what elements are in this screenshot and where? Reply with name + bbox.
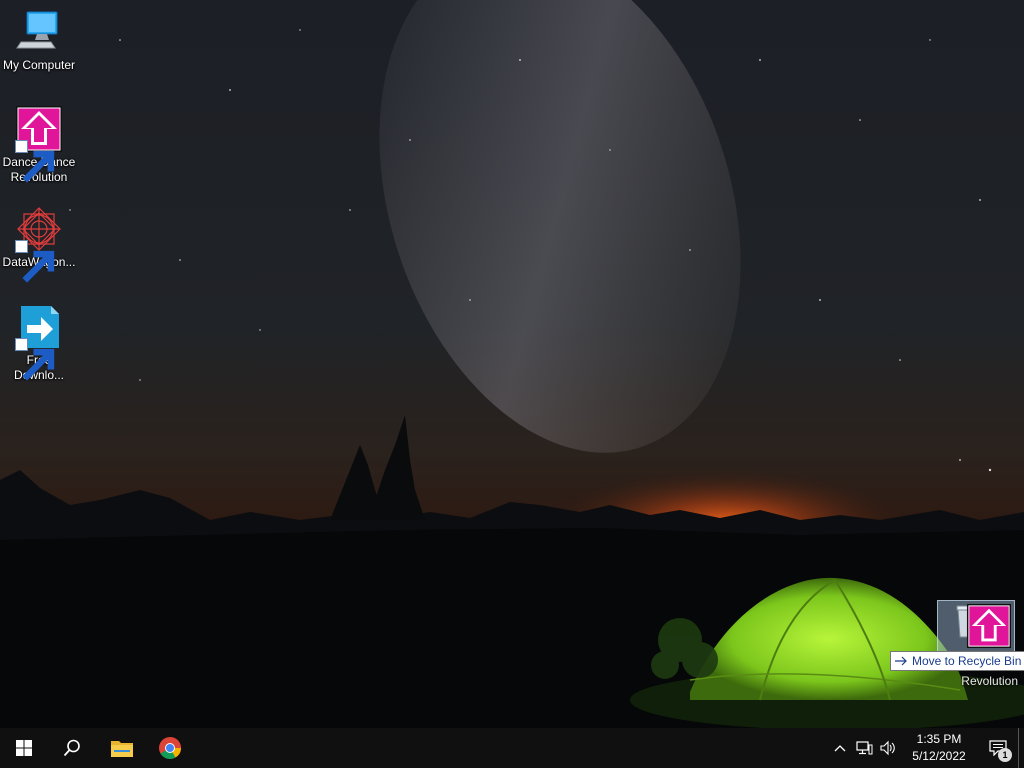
chrome-icon bbox=[159, 737, 181, 759]
drag-ghost-icon bbox=[937, 600, 1015, 654]
drag-tooltip: Move to Recycle Bin bbox=[890, 651, 1024, 671]
shortcut-arrow-icon bbox=[15, 338, 55, 381]
desktop-icon-free-download[interactable]: Free Downlo... bbox=[0, 303, 78, 383]
drag-tooltip-text: Move to Recycle Bin bbox=[912, 654, 1022, 668]
action-center-button[interactable]: 1 bbox=[978, 728, 1018, 768]
desktop-icon-dance-dance-revolution[interactable]: Dance Dance Revolution bbox=[0, 105, 78, 185]
notification-count-badge: 1 bbox=[998, 748, 1012, 762]
windows-logo-icon bbox=[16, 740, 32, 756]
search-icon bbox=[63, 739, 80, 757]
folder-icon bbox=[111, 741, 133, 757]
clock-date: 5/12/2022 bbox=[912, 749, 966, 763]
volume-button[interactable] bbox=[876, 728, 900, 768]
search-button[interactable] bbox=[48, 728, 96, 768]
free-download-icon bbox=[15, 303, 63, 381]
network-icon bbox=[856, 741, 873, 755]
network-button[interactable] bbox=[852, 728, 876, 768]
arrow-right-icon bbox=[895, 656, 907, 666]
desktop-wallpaper bbox=[0, 0, 1024, 728]
drag-ghost-label: Revolution bbox=[961, 674, 1018, 688]
taskbar-file-explorer[interactable] bbox=[98, 728, 146, 768]
taskbar-clock[interactable]: 1:35 PM 5/12/2022 bbox=[904, 731, 974, 765]
clock-time: 1:35 PM bbox=[916, 732, 962, 746]
show-hidden-icons-button[interactable] bbox=[828, 728, 852, 768]
shortcut-arrow-icon bbox=[15, 140, 55, 183]
start-button[interactable] bbox=[0, 728, 48, 768]
taskbar: 1:35 PM 5/12/2022 1 bbox=[0, 728, 1024, 768]
desktop-icon-label: My Computer bbox=[2, 58, 76, 72]
ddr-arrow-icon bbox=[15, 105, 63, 183]
taskbar-chrome[interactable] bbox=[146, 728, 194, 768]
ddr-arrow-icon bbox=[966, 603, 1012, 649]
system-tray: 1:35 PM 5/12/2022 1 bbox=[828, 728, 1024, 768]
desktop-icon-datawagon[interactable]: DataWagon... bbox=[0, 205, 78, 283]
chevron-up-icon bbox=[834, 745, 846, 752]
volume-icon bbox=[880, 740, 895, 756]
shortcut-arrow-icon bbox=[15, 240, 55, 283]
computer-icon bbox=[15, 8, 63, 56]
show-desktop-button[interactable] bbox=[1018, 728, 1024, 768]
desktop-icon-my-computer[interactable]: My Computer bbox=[0, 8, 78, 73]
datawagon-icon bbox=[15, 205, 63, 283]
